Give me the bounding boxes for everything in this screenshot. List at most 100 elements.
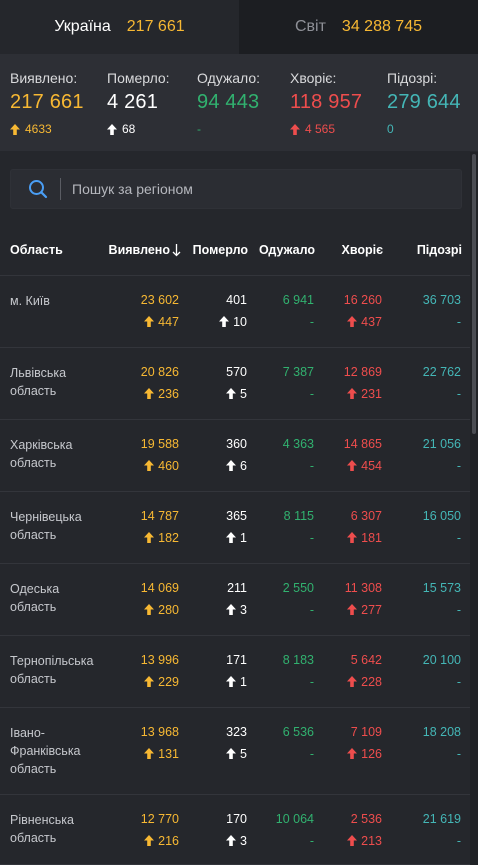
region-name: Рівненська область — [10, 813, 74, 845]
stat-recovered-delta-value: - — [197, 122, 201, 136]
sick-delta: 213 — [347, 833, 382, 848]
search-icon[interactable] — [27, 178, 49, 200]
stat-suspected: Підозрі: 279 644 0 — [387, 70, 461, 136]
recovered-cell: 8 115 - — [284, 509, 314, 545]
sick-value: 2 536 — [350, 812, 382, 826]
tab-world-value: 34 288 745 — [341, 18, 422, 35]
confirmed-cell: 19 588 460 — [141, 437, 179, 473]
deaths-cell: 170 3 — [226, 812, 247, 848]
scope-tabs: Україна 217 661 Світ 34 288 745 — [0, 0, 478, 54]
confirmed-value: 13 996 — [140, 653, 179, 667]
region-name: Тернопільська область — [10, 654, 94, 686]
table-row[interactable]: Чернівецька область 14 787 182 365 1 8 1… — [0, 492, 470, 564]
table-row[interactable]: Львівська область 20 826 236 570 5 7 387… — [0, 348, 470, 420]
sick-value: 16 260 — [343, 293, 382, 307]
stat-suspected-delta-value: 0 — [387, 122, 394, 136]
arrow-up-icon — [219, 316, 230, 327]
column-header-confirmed-label: Виявлено — [108, 243, 170, 257]
region-name: Львівська область — [10, 366, 67, 398]
tab-ukraine-value: 217 661 — [126, 18, 185, 35]
confirmed-delta: 216 — [141, 833, 179, 848]
confirmed-delta-value: 216 — [158, 833, 179, 848]
table-header: Область Виявлено Померло Одужало Хворіє … — [0, 226, 478, 276]
sick-delta-value: 181 — [361, 530, 382, 545]
suspected-cell: 21 619 - — [423, 812, 461, 848]
sick-cell: 6 307 181 — [347, 509, 382, 545]
deaths-value: 171 — [226, 653, 247, 667]
tab-ukraine[interactable]: Україна 217 661 — [0, 0, 239, 54]
sick-delta-value: 437 — [361, 314, 382, 329]
table-row[interactable]: Рівненська область 12 770 216 170 3 10 0… — [0, 795, 470, 865]
recovered-delta: - — [309, 314, 314, 329]
recovered-delta: - — [309, 602, 314, 617]
scrollbar[interactable] — [470, 152, 478, 865]
recovered-delta: - — [309, 458, 314, 473]
column-header-sick[interactable]: Хворіє — [341, 243, 383, 257]
deaths-value: 570 — [226, 365, 247, 379]
stat-deaths-delta: 68 — [107, 122, 170, 136]
suspected-value: 18 208 — [422, 725, 461, 739]
confirmed-delta-value: 447 — [158, 314, 179, 329]
arrow-up-icon — [347, 388, 358, 399]
confirmed-value: 12 770 — [140, 812, 179, 826]
sick-value: 5 642 — [350, 653, 382, 667]
column-header-region[interactable]: Область — [10, 243, 63, 257]
recovered-value: 6 941 — [282, 293, 314, 307]
scrollbar-thumb[interactable] — [472, 154, 476, 434]
table-row[interactable]: м. Київ 23 602 447 401 10 6 941 - 16 260… — [0, 276, 470, 348]
table-row[interactable]: Харківська область 19 588 460 360 6 4 36… — [0, 420, 470, 492]
column-header-suspected[interactable]: Підозрі — [417, 243, 462, 257]
deaths-cell: 401 10 — [219, 293, 247, 329]
confirmed-delta: 131 — [141, 746, 179, 761]
confirmed-delta: 229 — [141, 674, 179, 689]
table-row[interactable]: Одеська область 14 069 280 211 3 2 550 -… — [0, 564, 470, 636]
tab-ukraine-label: Україна — [54, 18, 111, 35]
arrow-up-icon — [226, 604, 237, 615]
suspected-value: 21 056 — [422, 437, 461, 451]
confirmed-value: 14 787 — [140, 509, 179, 523]
tab-world[interactable]: Світ 34 288 745 — [239, 0, 478, 54]
stat-sick-label: Хворіє: — [290, 70, 337, 86]
arrow-up-icon — [347, 676, 358, 687]
recovered-value: 7 387 — [282, 365, 314, 379]
confirmed-cell: 13 968 131 — [141, 725, 179, 761]
suspected-value: 15 573 — [422, 581, 461, 595]
confirmed-cell: 23 602 447 — [141, 293, 179, 329]
summary-panel: Виявлено: 217 661 4633 Померло: 4 261 68… — [0, 54, 478, 151]
table-row[interactable]: Тернопільська область 13 996 229 171 1 8… — [0, 636, 470, 708]
deaths-value: 401 — [226, 293, 247, 307]
arrow-up-icon — [347, 835, 358, 846]
suspected-value: 16 050 — [422, 509, 461, 523]
column-header-deaths[interactable]: Померло — [193, 243, 248, 257]
region-search[interactable] — [10, 169, 462, 209]
suspected-delta: - — [456, 458, 461, 473]
deaths-delta: 6 — [226, 458, 247, 473]
table-row[interactable]: Івано-Франківська область 13 968 131 323… — [0, 708, 470, 795]
arrow-up-icon — [347, 460, 358, 471]
deaths-delta: 5 — [226, 386, 247, 401]
sick-cell: 2 536 213 — [347, 812, 382, 848]
arrow-up-icon — [226, 532, 237, 543]
search-input[interactable] — [72, 171, 461, 207]
confirmed-cell: 13 996 229 — [141, 653, 179, 689]
confirmed-cell: 14 787 182 — [141, 509, 179, 545]
column-header-confirmed[interactable]: Виявлено — [109, 243, 181, 257]
sick-delta-value: 277 — [361, 602, 382, 617]
suspected-delta: - — [456, 833, 461, 848]
arrow-up-icon — [226, 748, 237, 759]
confirmed-value: 19 588 — [140, 437, 179, 451]
arrow-up-icon — [226, 676, 237, 687]
arrow-up-icon — [144, 532, 155, 543]
deaths-delta: 5 — [226, 746, 247, 761]
stat-suspected-value: 279 644 — [387, 91, 461, 113]
recovered-cell: 4 363 - — [283, 437, 314, 473]
confirmed-delta-value: 131 — [158, 746, 179, 761]
sick-cell: 16 260 437 — [344, 293, 382, 329]
column-header-recovered[interactable]: Одужало — [259, 243, 315, 257]
deaths-value: 170 — [226, 812, 247, 826]
confirmed-cell: 20 826 236 — [141, 365, 179, 401]
deaths-cell: 171 1 — [226, 653, 247, 689]
arrow-down-icon — [172, 244, 181, 257]
suspected-cell: 16 050 - — [423, 509, 461, 545]
sick-value: 14 865 — [343, 437, 382, 451]
